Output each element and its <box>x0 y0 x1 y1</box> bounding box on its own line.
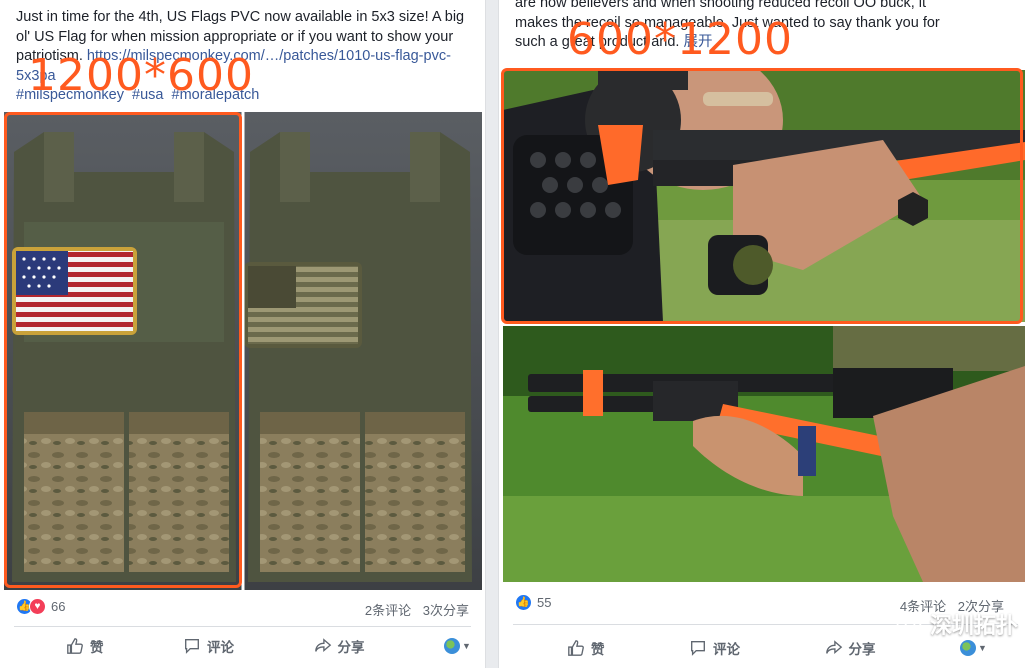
watermark-text: 深圳拓扑 <box>929 613 1018 638</box>
comment-icon <box>691 641 705 656</box>
see-more-link[interactable]: 展开 <box>683 34 712 50</box>
post-photo-plate-carrier[interactable] <box>4 112 482 590</box>
post-photo-shooter-closeup[interactable] <box>503 70 1025 322</box>
audience-selector[interactable]: ▼ <box>960 640 987 656</box>
action-bar: 赞 评论 分享 ▼ <box>567 638 987 658</box>
post-text-line: such a great product and. <box>515 34 680 50</box>
post-text-line: ol' US Flag for when mission appropriate… <box>16 28 454 45</box>
thumbs-up-icon <box>568 640 584 656</box>
share-count[interactable]: 3次分享 <box>423 603 469 618</box>
globe-icon <box>960 640 977 656</box>
comment-count[interactable]: 2条评论 <box>365 603 411 618</box>
post-text-line: patriotism. <box>16 48 83 64</box>
globe-icon <box>444 638 461 654</box>
post-text: are how believers and when shooting redu… <box>515 0 1015 53</box>
comment-label: 评论 <box>207 640 235 655</box>
action-bar: 赞 评论 分享 ▼ <box>66 636 471 656</box>
like-label: 赞 <box>90 640 104 655</box>
caret-down-icon: ▼ <box>978 643 987 653</box>
comment-button[interactable]: 评论 <box>689 638 740 658</box>
hashtag-link[interactable]: #moralepatch <box>172 87 260 103</box>
thumbs-up-icon <box>67 638 83 654</box>
post-right: are how believers and when shooting redu… <box>498 0 1032 668</box>
comment-button[interactable]: 评论 <box>183 636 234 656</box>
screenshot-stage: Just in time for the 4th, US Flags PVC n… <box>0 0 1032 668</box>
watermark: 深圳拓扑 <box>896 608 1018 640</box>
hashtag-link[interactable]: #milspecmonkey <box>16 87 124 103</box>
like-label: 赞 <box>591 642 605 657</box>
share-icon <box>825 640 842 654</box>
hashtag-list: #milspecmonkey #usa #moralepatch <box>16 86 476 106</box>
share-label: 分享 <box>337 640 365 655</box>
post-left: Just in time for the 4th, US Flags PVC n… <box>0 0 486 668</box>
reaction-count: 66 <box>51 599 66 614</box>
like-button[interactable]: 赞 <box>66 636 104 656</box>
like-button[interactable]: 赞 <box>567 638 605 658</box>
like-reaction-icon: 👍 <box>515 594 532 611</box>
reaction-count: 55 <box>537 595 552 610</box>
share-button[interactable]: 分享 <box>825 638 876 658</box>
post-text-line: are how believers and when shooting redu… <box>515 0 927 11</box>
divider <box>14 626 471 627</box>
product-link[interactable]: https://milspecmonkey.com/…/patches/1010… <box>87 48 451 64</box>
post-meta: 2条评论 3次分享 <box>357 600 469 619</box>
wechat-icon <box>896 614 922 634</box>
share-icon <box>314 638 331 652</box>
share-label: 分享 <box>848 642 876 657</box>
hashtag-link[interactable]: #usa <box>132 87 163 103</box>
post-text-line: makes the recoil so manageable. Just wan… <box>515 14 940 31</box>
product-link-tail[interactable]: 5x3pa <box>16 68 56 84</box>
reaction-summary[interactable]: 👍 ♥ 66 <box>16 598 65 615</box>
caret-down-icon: ▼ <box>462 641 471 651</box>
comment-label: 评论 <box>713 642 741 657</box>
audience-selector[interactable]: ▼ <box>444 638 471 654</box>
post-photo-shotgun-profile[interactable] <box>503 326 1025 582</box>
share-button[interactable]: 分享 <box>314 636 365 656</box>
post-text: Just in time for the 4th, US Flags PVC n… <box>16 8 476 106</box>
reaction-summary[interactable]: 👍 55 <box>515 594 551 611</box>
comment-icon <box>185 639 199 654</box>
post-text-line: Just in time for the 4th, US Flags PVC n… <box>16 9 465 25</box>
love-reaction-icon: ♥ <box>29 598 46 615</box>
